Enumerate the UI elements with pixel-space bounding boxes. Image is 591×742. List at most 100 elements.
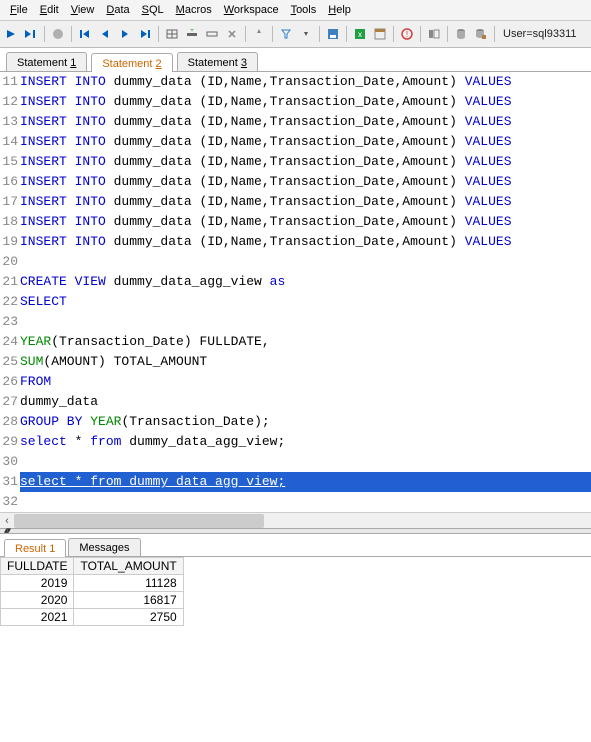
code-text[interactable]: SELECT: [20, 292, 591, 312]
export-grid-icon[interactable]: [371, 25, 389, 43]
menu-tools[interactable]: Tools: [285, 2, 323, 18]
abort-icon[interactable]: !: [398, 25, 416, 43]
code-line[interactable]: 25SUM(AMOUNT) TOTAL_AMOUNT: [0, 352, 591, 372]
result-tab-result-1[interactable]: Result 1: [4, 539, 66, 557]
code-text[interactable]: INSERT INTO dummy_data (ID,Name,Transact…: [20, 212, 591, 232]
code-text[interactable]: FROM: [20, 372, 591, 392]
run-to-cursor-icon[interactable]: [22, 25, 40, 43]
code-text[interactable]: select * from dummy_data_agg_view;: [20, 472, 591, 492]
code-text[interactable]: INSERT INTO dummy_data (ID,Name,Transact…: [20, 172, 591, 192]
filter-dropdown-icon[interactable]: [297, 25, 315, 43]
toolbar-separator: [44, 26, 45, 42]
delete-row-icon[interactable]: [223, 25, 241, 43]
code-text[interactable]: [20, 452, 591, 472]
menu-help[interactable]: Help: [322, 2, 357, 18]
table-row[interactable]: 20212750: [1, 609, 184, 626]
result-tab-messages[interactable]: Messages: [68, 538, 140, 556]
nav-first-icon[interactable]: [76, 25, 94, 43]
layout-icon[interactable]: [425, 25, 443, 43]
code-text[interactable]: INSERT INTO dummy_data (ID,Name,Transact…: [20, 232, 591, 252]
code-line[interactable]: 16INSERT INTO dummy_data (ID,Name,Transa…: [0, 172, 591, 192]
run-icon[interactable]: [2, 25, 20, 43]
nav-prev-icon[interactable]: [96, 25, 114, 43]
tab-statement-2[interactable]: Statement 2: [91, 53, 172, 72]
code-line[interactable]: 24YEAR(Transaction_Date) FULLDATE,: [0, 332, 591, 352]
code-text[interactable]: select * from dummy_data_agg_view;: [20, 432, 591, 452]
table-row[interactable]: 201911128: [1, 575, 184, 592]
code-text[interactable]: [20, 312, 591, 332]
export-excel-icon[interactable]: x: [351, 25, 369, 43]
code-line[interactable]: 28GROUP BY YEAR(Transaction_Date);: [0, 412, 591, 432]
code-line[interactable]: 27dummy_data: [0, 392, 591, 412]
filter-icon[interactable]: [277, 25, 295, 43]
code-line[interactable]: 21CREATE VIEW dummy_data_agg_view as: [0, 272, 591, 292]
code-line[interactable]: 32: [0, 492, 591, 512]
code-text[interactable]: SUM(AMOUNT) TOTAL_AMOUNT: [20, 352, 591, 372]
code-text[interactable]: YEAR(Transaction_Date) FULLDATE,: [20, 332, 591, 352]
code-text[interactable]: INSERT INTO dummy_data (ID,Name,Transact…: [20, 152, 591, 172]
code-text[interactable]: INSERT INTO dummy_data (ID,Name,Transact…: [20, 132, 591, 152]
splitter[interactable]: [0, 528, 591, 534]
edit-row-icon[interactable]: [203, 25, 221, 43]
code-line[interactable]: 14INSERT INTO dummy_data (ID,Name,Transa…: [0, 132, 591, 152]
database-icon[interactable]: [452, 25, 470, 43]
cell[interactable]: 2020: [1, 592, 74, 609]
code-line[interactable]: 29select * from dummy_data_agg_view;: [0, 432, 591, 452]
table-row[interactable]: 202016817: [1, 592, 184, 609]
cell[interactable]: 2019: [1, 575, 74, 592]
cell[interactable]: 16817: [74, 592, 183, 609]
menu-file[interactable]: File: [4, 2, 34, 18]
code-line[interactable]: 15INSERT INTO dummy_data (ID,Name,Transa…: [0, 152, 591, 172]
save-icon[interactable]: [324, 25, 342, 43]
code-line[interactable]: 19INSERT INTO dummy_data (ID,Name,Transa…: [0, 232, 591, 252]
code-line[interactable]: 20: [0, 252, 591, 272]
nav-last-icon[interactable]: [136, 25, 154, 43]
code-text[interactable]: [20, 492, 591, 512]
tab-statement-3[interactable]: Statement 3: [177, 52, 258, 71]
menu-macros[interactable]: Macros: [170, 2, 218, 18]
code-text[interactable]: [20, 252, 591, 272]
code-text[interactable]: INSERT INTO dummy_data (ID,Name,Transact…: [20, 92, 591, 112]
cell[interactable]: 2021: [1, 609, 74, 626]
nav-next-icon[interactable]: [116, 25, 134, 43]
menu-workspace[interactable]: Workspace: [218, 2, 285, 18]
code-text[interactable]: CREATE VIEW dummy_data_agg_view as: [20, 272, 591, 292]
toolbar-separator: [447, 26, 448, 42]
column-header[interactable]: TOTAL_AMOUNT: [74, 558, 183, 575]
cell[interactable]: 11128: [74, 575, 183, 592]
code-text[interactable]: INSERT INTO dummy_data (ID,Name,Transact…: [20, 192, 591, 212]
menu-edit[interactable]: Edit: [34, 2, 65, 18]
grid-icon[interactable]: [163, 25, 181, 43]
horizontal-scrollbar[interactable]: ‹: [0, 512, 591, 528]
code-text[interactable]: GROUP BY YEAR(Transaction_Date);: [20, 412, 591, 432]
line-number: 22: [0, 292, 20, 312]
menu-sql[interactable]: SQL: [136, 2, 170, 18]
column-header[interactable]: FULLDATE: [1, 558, 74, 575]
sql-editor[interactable]: 11INSERT INTO dummy_data (ID,Name,Transa…: [0, 72, 591, 512]
code-line[interactable]: 13INSERT INTO dummy_data (ID,Name,Transa…: [0, 112, 591, 132]
menu-view[interactable]: View: [65, 2, 101, 18]
code-line[interactable]: 30: [0, 452, 591, 472]
code-text[interactable]: INSERT INTO dummy_data (ID,Name,Transact…: [20, 72, 591, 92]
code-text[interactable]: INSERT INTO dummy_data (ID,Name,Transact…: [20, 112, 591, 132]
code-line[interactable]: 12INSERT INTO dummy_data (ID,Name,Transa…: [0, 92, 591, 112]
code-line[interactable]: 17INSERT INTO dummy_data (ID,Name,Transa…: [0, 192, 591, 212]
line-number: 24: [0, 332, 20, 352]
stop-icon[interactable]: [49, 25, 67, 43]
tab-statement-1[interactable]: Statement 1: [6, 52, 87, 71]
code-line[interactable]: 18INSERT INTO dummy_data (ID,Name,Transa…: [0, 212, 591, 232]
database-objects-icon[interactable]: [472, 25, 490, 43]
code-line[interactable]: 31select * from dummy_data_agg_view;: [0, 472, 591, 492]
cell[interactable]: 2750: [74, 609, 183, 626]
code-line[interactable]: 23: [0, 312, 591, 332]
menu-data[interactable]: Data: [100, 2, 135, 18]
result-grid[interactable]: FULLDATETOTAL_AMOUNT20191112820201681720…: [0, 557, 184, 626]
scrollbar-thumb[interactable]: [14, 514, 264, 528]
code-line[interactable]: 26FROM: [0, 372, 591, 392]
pin-icon[interactable]: [250, 25, 268, 43]
code-line[interactable]: 22SELECT: [0, 292, 591, 312]
code-line[interactable]: 11INSERT INTO dummy_data (ID,Name,Transa…: [0, 72, 591, 92]
insert-row-icon[interactable]: +: [183, 25, 201, 43]
code-text[interactable]: dummy_data: [20, 392, 591, 412]
line-number: 30: [0, 452, 20, 472]
